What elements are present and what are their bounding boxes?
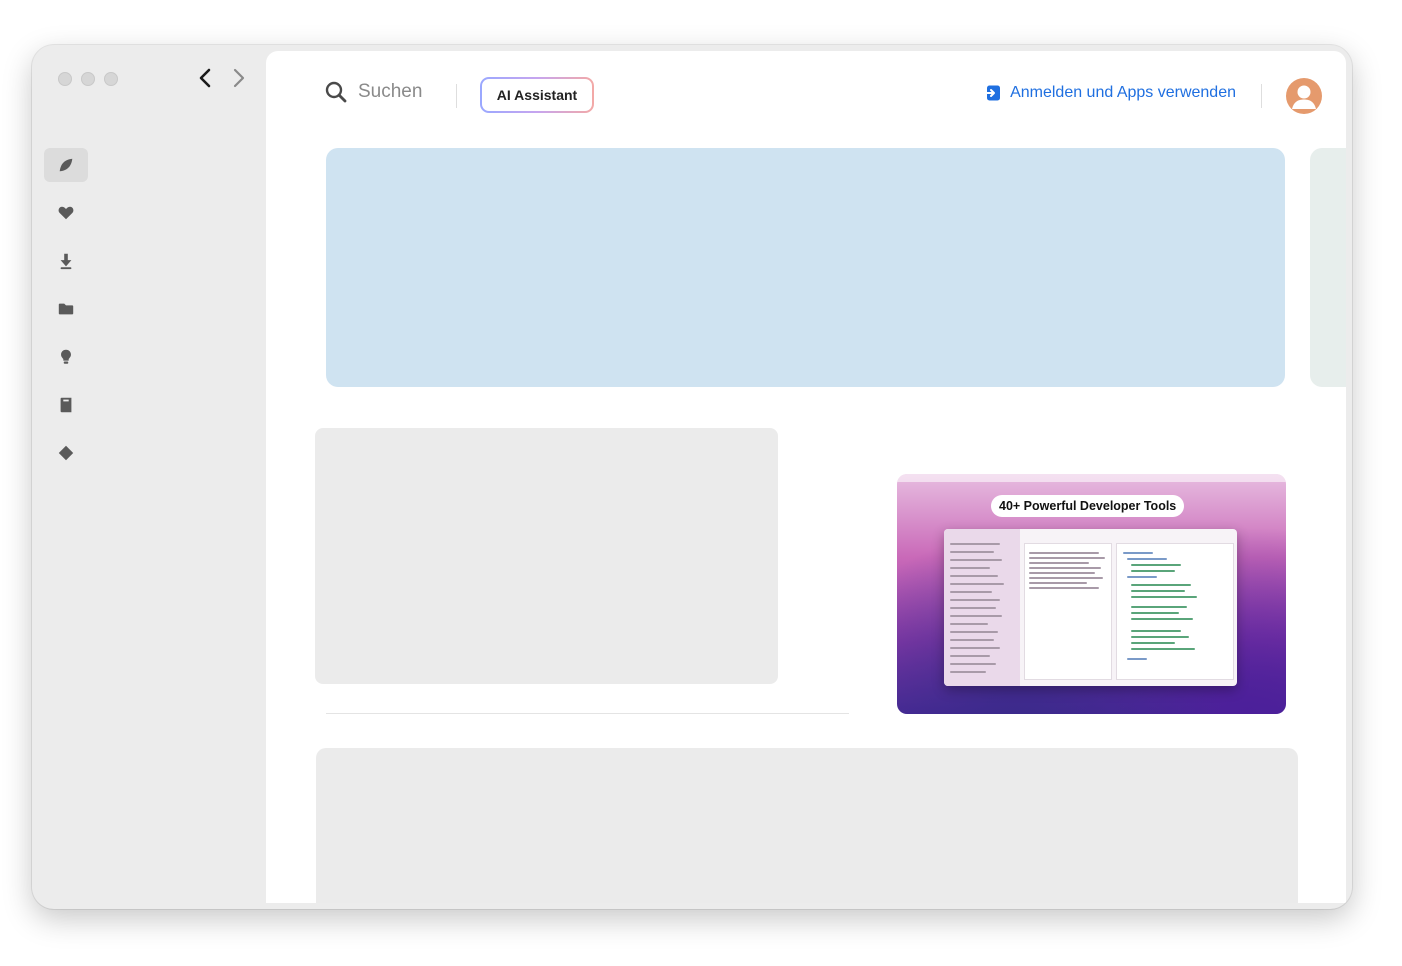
signin-label: Anmelden und Apps verwenden (1010, 84, 1236, 101)
promo-screenshot-sidebar (944, 529, 1020, 686)
divider (456, 84, 457, 108)
next-banner-peek[interactable] (1310, 148, 1346, 387)
search-icon (325, 81, 347, 103)
lightbulb-icon (61, 349, 71, 364)
leaf-icon (59, 158, 73, 172)
download-icon (60, 253, 72, 270)
search-label: Suchen (358, 81, 423, 102)
sidebar-item-extras[interactable] (44, 436, 88, 470)
chevron-right-icon (233, 68, 245, 88)
sidebar-item-discover[interactable] (44, 148, 88, 182)
minimize-window-button[interactable] (81, 72, 95, 86)
heart-icon (58, 206, 74, 220)
folder-icon (58, 303, 74, 315)
diamond-icon (58, 445, 74, 461)
content-card-placeholder[interactable] (315, 428, 778, 684)
user-icon (1292, 85, 1316, 109)
sidebar-item-favorites[interactable] (44, 196, 88, 230)
sidebar-item-library[interactable] (44, 388, 88, 422)
divider (1261, 84, 1262, 108)
sidebar (32, 45, 267, 909)
zoom-window-button[interactable] (104, 72, 118, 86)
sidebar-nav (44, 148, 88, 484)
promo-screenshot-output (1116, 543, 1234, 680)
signin-icon (984, 85, 1001, 101)
book-icon (60, 397, 72, 413)
navigation-arrows (195, 65, 249, 91)
back-button[interactable] (195, 65, 215, 91)
close-window-button[interactable] (58, 72, 72, 86)
sidebar-item-ideas[interactable] (44, 340, 88, 374)
chevron-left-icon (199, 68, 211, 88)
top-bar: Suchen AI Assistant Anmelden und Apps ve… (266, 76, 1346, 116)
featured-banner[interactable] (326, 148, 1285, 387)
section-divider (326, 713, 849, 714)
promo-card[interactable]: 40+ Powerful Developer Tools (897, 474, 1286, 714)
ai-assistant-label: AI Assistant (482, 79, 592, 111)
ai-assistant-button[interactable]: AI Assistant (480, 77, 594, 113)
sidebar-item-downloads[interactable] (44, 244, 88, 278)
content-section-placeholder[interactable] (316, 748, 1298, 903)
promo-headline: 40+ Powerful Developer Tools (991, 495, 1185, 517)
avatar[interactable] (1286, 78, 1322, 114)
main-content: Suchen AI Assistant Anmelden und Apps ve… (266, 51, 1346, 903)
promo-app-screenshot (944, 529, 1237, 686)
sidebar-item-folders[interactable] (44, 292, 88, 326)
promo-menubar (897, 474, 1286, 482)
window-controls (58, 72, 118, 86)
app-window: Suchen AI Assistant Anmelden und Apps ve… (32, 45, 1352, 909)
search-box[interactable]: Suchen (324, 80, 422, 104)
signin-link[interactable]: Anmelden und Apps verwenden (984, 84, 1236, 102)
promo-screenshot-input (1024, 543, 1112, 680)
forward-button[interactable] (229, 65, 249, 91)
